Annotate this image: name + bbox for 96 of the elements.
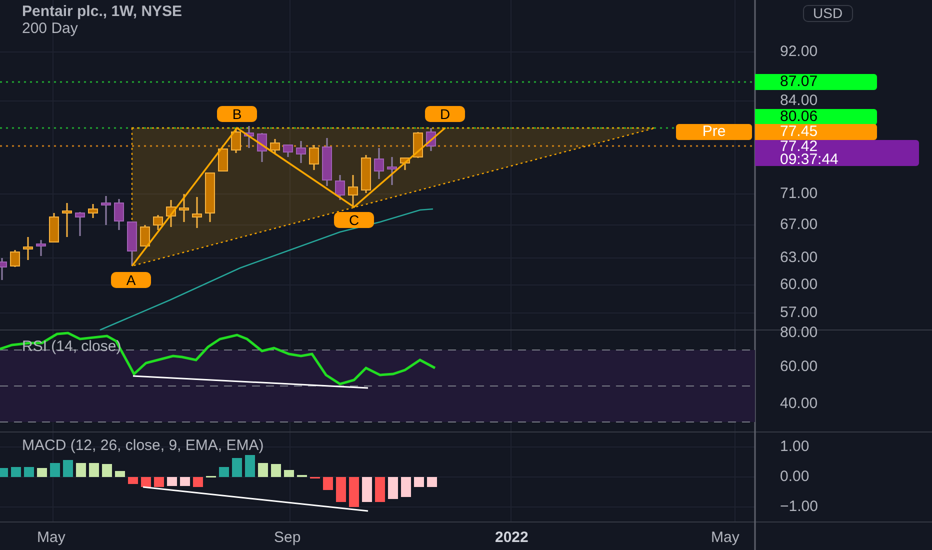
axis-label: 60.00 xyxy=(780,359,818,375)
histogram-bar xyxy=(11,467,21,477)
histogram-bar xyxy=(284,470,294,477)
chart-title: Pentair plc., 1W, NYSE xyxy=(22,3,182,20)
indicator-label: 200 Day xyxy=(22,20,78,37)
histogram-bar xyxy=(349,477,359,507)
candle xyxy=(75,212,85,236)
axis-label: 67.00 xyxy=(780,217,818,233)
indicator-label: MACD (12, 26, close, 9, EMA, EMA) xyxy=(22,437,264,454)
histogram-bar xyxy=(323,477,333,490)
histogram-bar xyxy=(24,467,34,477)
axis-label: 1.00 xyxy=(780,439,810,455)
histogram-bar xyxy=(232,458,242,477)
candle xyxy=(10,250,20,267)
axis-label: May xyxy=(37,529,66,546)
price-tag: 77.45 xyxy=(755,124,877,140)
session-tag: Pre xyxy=(676,124,752,140)
histogram-bar xyxy=(37,468,47,477)
histogram-bar xyxy=(362,477,372,502)
candle xyxy=(166,200,176,227)
histogram-bar xyxy=(128,477,138,484)
candle xyxy=(400,158,410,170)
pattern-point-label: A xyxy=(111,272,151,288)
candle xyxy=(413,132,423,158)
histogram-bar xyxy=(388,477,398,499)
axis-label: 71.00 xyxy=(780,186,818,202)
candle xyxy=(361,155,371,193)
pattern-point-label: B xyxy=(217,106,257,122)
candle xyxy=(322,138,332,186)
candle xyxy=(101,196,111,225)
pattern-point-label: D xyxy=(425,106,465,122)
price-tag: 80.06 xyxy=(755,109,877,125)
histogram-bar xyxy=(102,464,112,477)
candle xyxy=(348,175,358,207)
candle xyxy=(374,148,384,179)
histogram-bar xyxy=(245,455,255,477)
candle xyxy=(309,145,319,170)
histogram-bar xyxy=(258,463,268,477)
candle xyxy=(0,258,7,280)
candle xyxy=(127,222,137,266)
candle xyxy=(296,141,306,163)
countdown-timer: 09:37:44 xyxy=(780,153,840,166)
histogram-bar xyxy=(219,467,229,477)
histogram-bar xyxy=(63,460,73,477)
candle xyxy=(88,204,98,218)
candle xyxy=(140,225,150,246)
axis-label: 92.00 xyxy=(780,44,818,60)
axis-label: Sep xyxy=(274,529,301,546)
axis-label: 80.00 xyxy=(780,325,818,341)
currency-button[interactable]: USD xyxy=(803,5,853,22)
histogram-bar xyxy=(180,477,190,486)
histogram-bar xyxy=(76,463,86,477)
last-price: 77.42 xyxy=(780,140,818,153)
candle xyxy=(49,213,59,242)
axis-label: 84.00 xyxy=(780,93,818,109)
candle xyxy=(192,197,202,228)
histogram-bar xyxy=(336,477,346,502)
histogram-bar xyxy=(193,477,203,487)
histogram-bar xyxy=(401,477,411,497)
histogram-bar xyxy=(141,477,151,487)
histogram-bar xyxy=(271,464,281,477)
axis-label: 60.00 xyxy=(780,277,818,293)
candle xyxy=(426,128,436,151)
candle xyxy=(231,128,241,153)
histogram-bar xyxy=(0,468,8,477)
candle xyxy=(62,203,72,237)
pattern-point-label: C xyxy=(334,212,374,228)
axis-label: May xyxy=(711,529,740,546)
histogram-bar xyxy=(427,477,437,487)
candle xyxy=(335,175,345,200)
axis-label: −1.00 xyxy=(780,499,818,515)
histogram-bar xyxy=(167,477,177,486)
axis-label: 0.00 xyxy=(780,469,810,485)
axis-label: 40.00 xyxy=(780,396,818,412)
candle xyxy=(153,215,163,230)
price-tag: 87.07 xyxy=(755,74,877,90)
histogram-bar xyxy=(50,463,60,477)
candle xyxy=(244,126,254,148)
histogram-bar xyxy=(154,477,164,487)
histogram-bar xyxy=(115,471,125,477)
candle xyxy=(283,144,293,157)
histogram-bar xyxy=(414,477,424,487)
histogram-bar xyxy=(89,463,99,477)
candle xyxy=(270,139,280,153)
candle xyxy=(23,237,33,260)
candle xyxy=(114,199,124,230)
axis-label: 57.00 xyxy=(780,305,818,321)
candle xyxy=(36,240,46,256)
axis-label: 63.00 xyxy=(780,250,818,266)
candle xyxy=(257,133,267,162)
candle xyxy=(179,194,189,222)
candle xyxy=(205,172,215,222)
candle xyxy=(387,157,397,185)
candle xyxy=(218,148,228,172)
axis-label: 2022 xyxy=(495,529,528,546)
histogram-bar xyxy=(375,477,385,502)
